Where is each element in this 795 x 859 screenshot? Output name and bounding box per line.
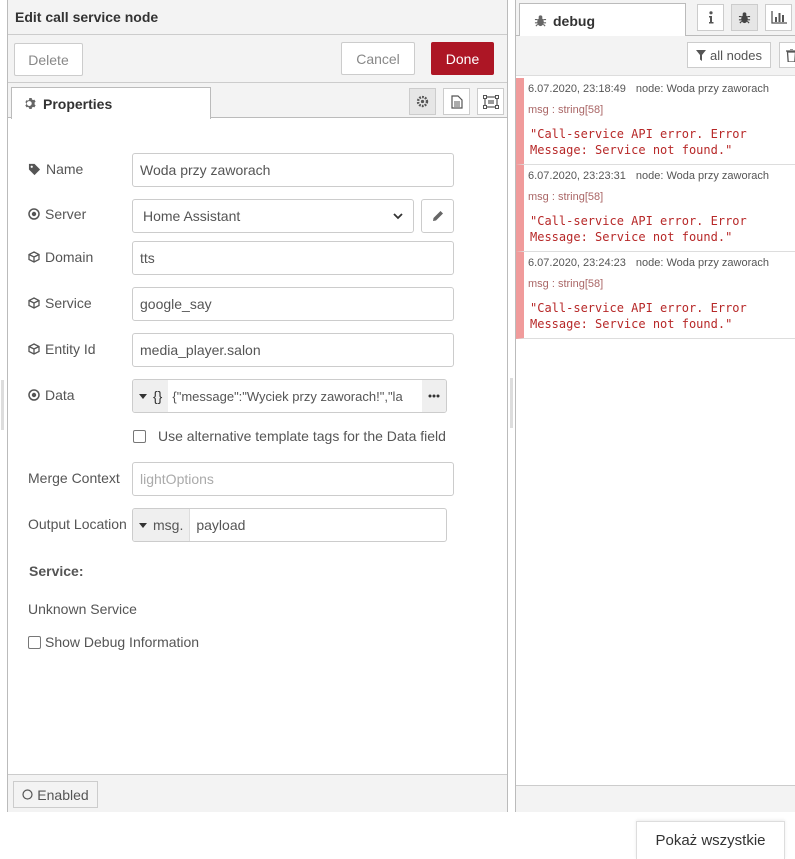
data-type-select[interactable]: {}	[133, 380, 169, 412]
message-node-link[interactable]: node: Woda przy zaworach	[636, 257, 769, 269]
editor-toolbar: Delete Cancel Done	[8, 35, 507, 83]
dot-circle-icon	[28, 208, 40, 220]
message-body: "Call-service API error. Error Message: …	[530, 214, 747, 244]
expand-editor-button[interactable]	[422, 380, 446, 412]
data-input[interactable]: {"message":"Wyciek przy zaworach!","la	[168, 389, 422, 404]
message-node-link[interactable]: node: Woda przy zaworach	[636, 83, 769, 95]
enabled-toggle-button[interactable]: Enabled	[13, 781, 98, 808]
bug-icon	[534, 14, 547, 27]
ellipsis-icon	[428, 394, 440, 398]
merge-context-input[interactable]: lightOptions	[132, 462, 454, 496]
editor-footer: Enabled	[8, 774, 507, 812]
gear-icon	[24, 97, 37, 110]
edit-server-button[interactable]	[421, 199, 454, 233]
cube-icon	[28, 297, 40, 309]
tab-debug-icon-button[interactable]	[731, 4, 758, 31]
message-timestamp: 6.07.2020, 23:23:31	[528, 170, 626, 182]
alt-tags-option: Use alternative template tags for the Da…	[133, 428, 446, 444]
filter-icon	[695, 49, 706, 61]
data-label: Data	[28, 378, 75, 412]
data-typed-input: {} {"message":"Wyciek przy zaworach!","l…	[132, 379, 447, 413]
alt-tags-checkbox[interactable]	[133, 429, 146, 443]
gear-icon	[416, 95, 429, 108]
tab-properties[interactable]: Properties	[11, 87, 211, 119]
clear-messages-button[interactable]	[779, 42, 795, 68]
server-label: Server	[28, 197, 86, 231]
filter-all-nodes-button[interactable]: all nodes	[687, 42, 771, 68]
chevron-down-icon	[393, 212, 403, 220]
domain-input[interactable]: tts	[132, 241, 454, 275]
name-input[interactable]: Woda przy zaworach	[132, 153, 454, 187]
pencil-icon	[432, 210, 444, 222]
file-text-icon	[450, 94, 463, 109]
sidebar-tabs: debug	[516, 0, 795, 37]
output-location-label: Output Location	[28, 516, 127, 532]
service-input[interactable]: google_say	[132, 287, 454, 321]
debug-message[interactable]: 6.07.2020, 23:24:23 node: Woda przy zawor…	[516, 252, 795, 339]
cube-icon	[28, 343, 40, 355]
output-location-typed-input: msg. payload	[132, 508, 447, 542]
bug-icon	[738, 11, 751, 24]
message-body: "Call-service API error. Error Message: …	[530, 301, 747, 331]
merge-context-label: Merge Context	[28, 470, 120, 486]
done-button[interactable]: Done	[431, 42, 494, 75]
message-timestamp: 6.07.2020, 23:18:49	[528, 83, 626, 95]
node-editor-tray: Edit call service node Delete Cancel Don…	[7, 0, 508, 812]
message-timestamp: 6.07.2020, 23:24:23	[528, 257, 626, 269]
tab-properties-label: Properties	[43, 95, 113, 112]
sidebar-footer	[516, 785, 795, 812]
output-location-input[interactable]: payload	[190, 517, 446, 533]
info-icon	[708, 11, 714, 24]
debug-info-option: Show Debug Information	[28, 634, 199, 650]
tab-debug[interactable]: debug	[519, 3, 686, 37]
domain-label: Domain	[28, 240, 93, 274]
message-body: "Call-service API error. Error Message: …	[530, 127, 747, 157]
alt-tags-label: Use alternative template tags for the Da…	[158, 428, 446, 444]
cube-icon	[28, 251, 40, 263]
cancel-button[interactable]: Cancel	[341, 42, 415, 75]
delete-button[interactable]: Delete	[14, 43, 83, 76]
debug-info-checkbox[interactable]	[28, 635, 41, 649]
trash-icon	[786, 48, 795, 62]
circle-icon	[22, 789, 33, 800]
caret-down-icon	[139, 522, 147, 528]
dot-circle-icon	[28, 389, 40, 401]
debug-sidebar: debug all nodes 6.07.2020, 23:18:49 node…	[515, 0, 795, 812]
object-group-icon	[482, 94, 499, 109]
debug-info-label: Show Debug Information	[45, 634, 200, 650]
service-label: Service	[28, 286, 92, 320]
message-node-link[interactable]: node: Woda przy zaworach	[636, 170, 769, 182]
show-all-button[interactable]: Pokaż wszystkie	[636, 821, 785, 859]
message-type: msg : string[58]	[528, 191, 604, 203]
tab-node-settings[interactable]	[409, 88, 436, 115]
tag-icon	[28, 163, 41, 176]
entity-id-label: Entity Id	[28, 332, 96, 366]
output-type-select[interactable]: msg.	[133, 509, 191, 541]
service-description: Unknown Service	[28, 601, 137, 617]
bar-chart-icon	[770, 11, 787, 24]
message-type: msg : string[58]	[528, 104, 604, 116]
tab-dashboard[interactable]	[765, 4, 792, 31]
caret-down-icon	[139, 393, 147, 399]
debug-toolbar: all nodes	[516, 36, 795, 76]
server-select[interactable]: Home Assistant	[132, 199, 414, 233]
tab-info[interactable]	[697, 4, 724, 31]
debug-message[interactable]: 6.07.2020, 23:18:49 node: Woda przy zawor…	[516, 78, 795, 165]
editor-title: Edit call service node	[8, 0, 507, 35]
debug-message[interactable]: 6.07.2020, 23:23:31 node: Woda przy zawor…	[516, 165, 795, 252]
service-heading: Service:	[29, 563, 84, 579]
tab-appearance[interactable]	[477, 88, 504, 115]
tab-description[interactable]	[443, 88, 470, 115]
message-type: msg : string[58]	[528, 278, 604, 290]
editor-tabs: Properties	[8, 83, 507, 119]
tab-debug-label: debug	[553, 12, 595, 29]
name-label: Name	[28, 152, 83, 186]
sidebar-resize-handle[interactable]	[510, 378, 513, 428]
entity-id-input[interactable]: media_player.salon	[132, 333, 454, 367]
editor-resize-handle[interactable]	[1, 380, 4, 430]
